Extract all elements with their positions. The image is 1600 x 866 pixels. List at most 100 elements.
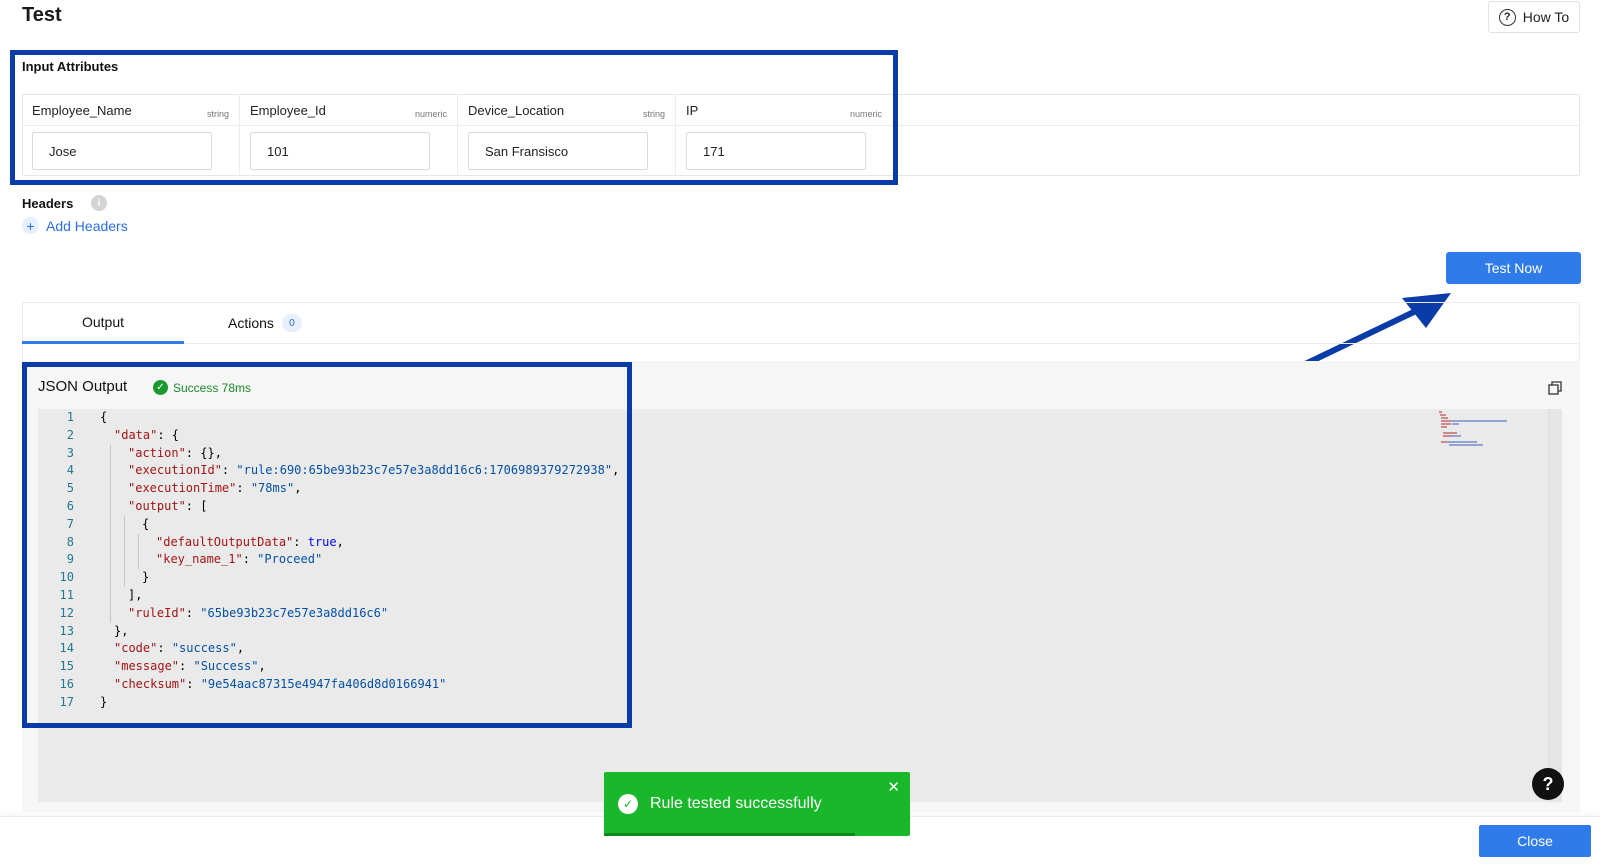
code-token: "rule:690:65be93b23c7e57e3a8dd16c6:17069… (236, 463, 613, 478)
code-line: 17} (38, 694, 108, 711)
line-number: 7 (66, 516, 74, 531)
indent-guide (110, 515, 111, 534)
ip-input[interactable]: 171 (686, 132, 866, 170)
json-output-title: JSON Output (38, 378, 128, 395)
attribute-name: IP (686, 103, 699, 118)
code-token: : (236, 481, 251, 496)
indent-guide (124, 551, 125, 570)
tab-actions-label: Actions (228, 315, 274, 331)
tab-output[interactable]: Output (22, 302, 184, 344)
code-token: "Proceed" (257, 552, 323, 567)
code-line: 8 "defaultOutputData": true, (38, 534, 344, 551)
line-number: 2 (66, 427, 74, 442)
headers-label: Headers (22, 196, 74, 211)
attribute-type: string (642, 109, 665, 119)
code-token: : (293, 534, 308, 549)
code-line: 11], (38, 587, 143, 604)
attribute-name: Employee_Id (250, 103, 326, 118)
add-headers-link[interactable]: + Add Headers (22, 217, 128, 234)
code-line: 13}, (38, 623, 129, 640)
attribute-employee-name: Employee_Name string Jose (22, 94, 239, 176)
code-token: "executionTime" (128, 481, 237, 496)
plus-icon: + (22, 217, 39, 234)
toast-message: Rule tested successfully (650, 795, 822, 812)
line-number: 14 (59, 641, 74, 656)
code-token: "key_name_1" (156, 552, 243, 567)
check-circle-icon: ✓ (618, 794, 638, 814)
code-token: "message" (114, 659, 180, 674)
code-token: true (307, 534, 337, 549)
tab-actions[interactable]: Actions 0 (228, 302, 302, 344)
code-token: : (186, 677, 201, 691)
toast-progress-bar (604, 833, 855, 836)
code-token: }, (114, 623, 129, 638)
code-line: 15 "message": "Success", (38, 658, 266, 675)
code-token: , (236, 641, 245, 656)
code-token: ], (128, 588, 143, 602)
code-token: "action" (128, 445, 186, 460)
code-token: "ruleId" (128, 605, 186, 620)
info-icon[interactable]: i (91, 195, 107, 211)
code-token: , (336, 534, 344, 549)
code-token: { (100, 410, 108, 424)
indent-guide (110, 480, 111, 498)
attribute-employee-id: Employee_Id numeric 101 (239, 94, 457, 176)
copy-icon[interactable] (1548, 381, 1562, 395)
attribute-type: numeric (414, 109, 447, 119)
attribute-device-location: Device_Location string San Fransisco (457, 94, 675, 176)
code-token: : [ (185, 499, 208, 513)
how-to-button[interactable]: ? How To (1488, 1, 1580, 33)
indent-guide (110, 587, 111, 605)
code-line: 6 "output": [ (38, 498, 208, 515)
indent-guide (110, 462, 111, 481)
line-number: 3 (66, 445, 74, 460)
how-to-label: How To (1522, 9, 1570, 25)
close-icon[interactable]: ✕ (887, 778, 900, 796)
attribute-type: numeric (849, 109, 882, 119)
code-line: 14 "code": "success", (38, 640, 245, 657)
code-token: "78ms" (250, 481, 295, 496)
indent-guide (124, 515, 125, 534)
code-line: 10} (38, 569, 150, 586)
code-token: : (157, 641, 172, 656)
code-token: , (258, 659, 266, 674)
code-token: : (185, 605, 201, 620)
line-number: 6 (66, 499, 74, 513)
code-token: { (142, 516, 150, 531)
editor-scrollbar[interactable] (1548, 409, 1562, 802)
line-number: 13 (59, 623, 74, 638)
code-line: 7{ (38, 516, 149, 533)
status-badge: ✓ Success 78ms (153, 380, 251, 395)
code-token: , (294, 481, 302, 496)
code-line: 9 "key_name_1": "Proceed" (38, 551, 322, 568)
code-line: 1{ (38, 409, 107, 426)
indent-guide (138, 533, 139, 552)
check-circle-icon: ✓ (153, 380, 168, 395)
line-number: 11 (59, 588, 74, 602)
indent-guide (110, 498, 111, 516)
input-attributes-title: Input Attributes (22, 59, 119, 74)
code-token: : (221, 463, 237, 478)
device-location-input[interactable]: San Fransisco (468, 132, 648, 170)
actions-count-badge: 0 (281, 314, 302, 332)
attribute-name: Device_Location (468, 103, 565, 118)
code-line: 5 "executionTime": "78ms", (38, 480, 302, 497)
indent-guide (138, 551, 139, 570)
indent-guide (124, 569, 125, 587)
test-now-button[interactable]: Test Now (1446, 252, 1581, 284)
code-token: "65be93b23c7e57e3a8dd16c6" (200, 605, 389, 620)
close-button[interactable]: Close (1479, 825, 1591, 857)
code-token: "success" (171, 641, 237, 656)
help-icon[interactable]: ? (1532, 768, 1564, 800)
code-token: "defaultOutputData" (156, 534, 294, 549)
code-token: "output" (128, 499, 186, 513)
indent-guide (110, 569, 111, 587)
employee-name-input[interactable]: Jose (32, 132, 212, 170)
indent-guide (124, 533, 125, 552)
status-text: Success 78ms (173, 380, 252, 395)
employee-id-input[interactable]: 101 (250, 132, 430, 170)
success-toast: ✓ Rule tested successfully ✕ (604, 772, 910, 836)
code-token: "executionId" (128, 463, 222, 478)
question-circle-icon: ? (1498, 8, 1516, 26)
code-token: } (142, 570, 150, 585)
